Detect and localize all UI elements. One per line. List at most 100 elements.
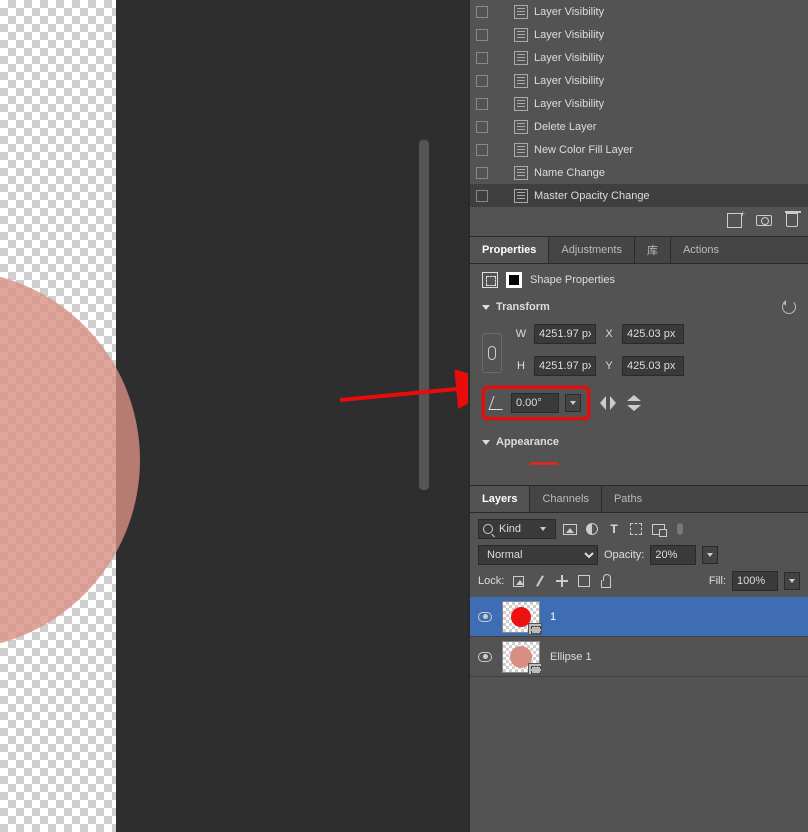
tab-properties[interactable]: Properties (470, 237, 548, 263)
visibility-eye-icon[interactable] (478, 612, 492, 622)
filter-kind[interactable]: Kind (478, 519, 556, 539)
rotation-dropdown[interactable] (565, 394, 581, 412)
opacity-field[interactable]: 20% (650, 545, 696, 565)
filter-shape-icon[interactable] (628, 521, 644, 537)
history-item[interactable]: Delete Layer (470, 115, 808, 138)
history-item[interactable]: Layer Visibility (470, 23, 808, 46)
canvas-area[interactable] (0, 0, 414, 832)
properties-tab-bar: Properties Adjustments 库 Actions (470, 236, 808, 264)
history-step-icon (514, 51, 528, 65)
history-item[interactable]: Master Opacity Change (470, 184, 808, 207)
tab-layers[interactable]: Layers (470, 486, 529, 512)
history-checkbox[interactable] (476, 52, 488, 64)
new-snapshot-icon[interactable] (727, 213, 742, 228)
history-step-icon (514, 97, 528, 111)
reset-icon[interactable] (782, 300, 796, 314)
rotation-field[interactable] (511, 393, 559, 413)
history-panel: Layer Visibility Layer Visibility Layer Vi… (470, 0, 808, 236)
history-item[interactable]: Layer Visibility (470, 46, 808, 69)
mask-icon[interactable] (506, 272, 522, 288)
fill-label: Fill: (709, 575, 726, 587)
vector-mask-badge[interactable] (528, 623, 542, 635)
history-checkbox[interactable] (476, 167, 488, 179)
filter-pixel-icon[interactable] (562, 521, 578, 537)
history-step-icon (514, 189, 528, 203)
history-step-icon (514, 28, 528, 42)
flip-vertical-icon[interactable] (627, 395, 641, 411)
layer-name[interactable]: Ellipse 1 (550, 651, 592, 663)
lock-artboard-icon[interactable] (576, 573, 592, 589)
history-step-icon (514, 5, 528, 19)
history-item[interactable]: Layer Visibility (470, 69, 808, 92)
blend-mode-select[interactable]: Normal (478, 545, 598, 565)
width-field[interactable] (534, 324, 596, 344)
layer-list: 1 Ellipse 1 (470, 597, 808, 677)
fill-dropdown[interactable] (784, 572, 800, 590)
transform-header[interactable]: Transform (470, 296, 808, 318)
layer-name[interactable]: 1 (550, 611, 556, 623)
history-item[interactable]: Layer Visibility (470, 0, 808, 23)
shape-properties-label: Shape Properties (530, 274, 615, 286)
tab-channels[interactable]: Channels (530, 486, 600, 512)
history-label: Layer Visibility (534, 29, 604, 41)
height-field[interactable] (534, 356, 596, 376)
lock-transparency-icon[interactable] (510, 573, 526, 589)
shape-ellipse[interactable] (0, 270, 140, 650)
y-label: Y (602, 360, 616, 372)
history-label: Layer Visibility (534, 52, 604, 64)
layers-tab-bar: Layers Channels Paths (470, 485, 808, 513)
fill-field[interactable]: 100% (732, 571, 778, 591)
history-checkbox[interactable] (476, 190, 488, 202)
history-checkbox[interactable] (476, 6, 488, 18)
transform-title: Transform (496, 301, 550, 313)
chevron-down-icon (535, 520, 551, 538)
rotation-control (482, 386, 590, 420)
chevron-down-icon (482, 305, 490, 310)
history-checkbox[interactable] (476, 121, 488, 133)
opacity-dropdown[interactable] (702, 546, 718, 564)
history-label: Layer Visibility (534, 75, 604, 87)
lock-pixels-icon[interactable] (532, 573, 548, 589)
history-checkbox[interactable] (476, 75, 488, 87)
tab-actions[interactable]: Actions (671, 237, 731, 263)
live-shape-icon[interactable] (482, 272, 498, 288)
layer-thumbnail[interactable] (502, 641, 540, 673)
history-label: Master Opacity Change (534, 190, 650, 202)
filter-adjustment-icon[interactable] (584, 521, 600, 537)
link-wh-icon[interactable] (482, 333, 502, 373)
tab-paths[interactable]: Paths (602, 486, 654, 512)
history-item[interactable]: Name Change (470, 161, 808, 184)
height-label: H (514, 360, 528, 372)
filter-smart-icon[interactable] (650, 521, 666, 537)
opacity-label: Opacity: (604, 549, 644, 561)
layer-thumbnail[interactable] (502, 601, 540, 633)
visibility-eye-icon[interactable] (478, 652, 492, 662)
appearance-header[interactable]: Appearance (470, 432, 808, 452)
history-label: New Color Fill Layer (534, 144, 633, 156)
history-step-icon (514, 120, 528, 134)
lock-all-icon[interactable] (598, 573, 614, 589)
filter-toggle[interactable] (672, 521, 688, 537)
lock-label: Lock: (478, 575, 504, 587)
history-item[interactable]: Layer Visibility (470, 92, 808, 115)
layer-row[interactable]: Ellipse 1 (470, 637, 808, 677)
lock-position-icon[interactable] (554, 573, 570, 589)
y-field[interactable] (622, 356, 684, 376)
layer-row[interactable]: 1 (470, 597, 808, 637)
filter-type-icon[interactable]: T (606, 521, 622, 537)
history-checkbox[interactable] (476, 29, 488, 41)
tab-adjustments[interactable]: Adjustments (549, 237, 634, 263)
history-checkbox[interactable] (476, 144, 488, 156)
trash-icon[interactable] (786, 213, 798, 227)
camera-icon[interactable] (756, 215, 772, 226)
x-field[interactable] (622, 324, 684, 344)
annotation-underline (530, 462, 558, 465)
history-item[interactable]: New Color Fill Layer (470, 138, 808, 161)
vector-mask-badge[interactable] (528, 663, 542, 675)
flip-horizontal-icon[interactable] (600, 396, 616, 410)
history-checkbox[interactable] (476, 98, 488, 110)
history-label: Layer Visibility (534, 6, 604, 18)
history-step-icon (514, 74, 528, 88)
canvas-scrollbar[interactable] (419, 140, 429, 490)
tab-libraries[interactable]: 库 (635, 237, 670, 263)
